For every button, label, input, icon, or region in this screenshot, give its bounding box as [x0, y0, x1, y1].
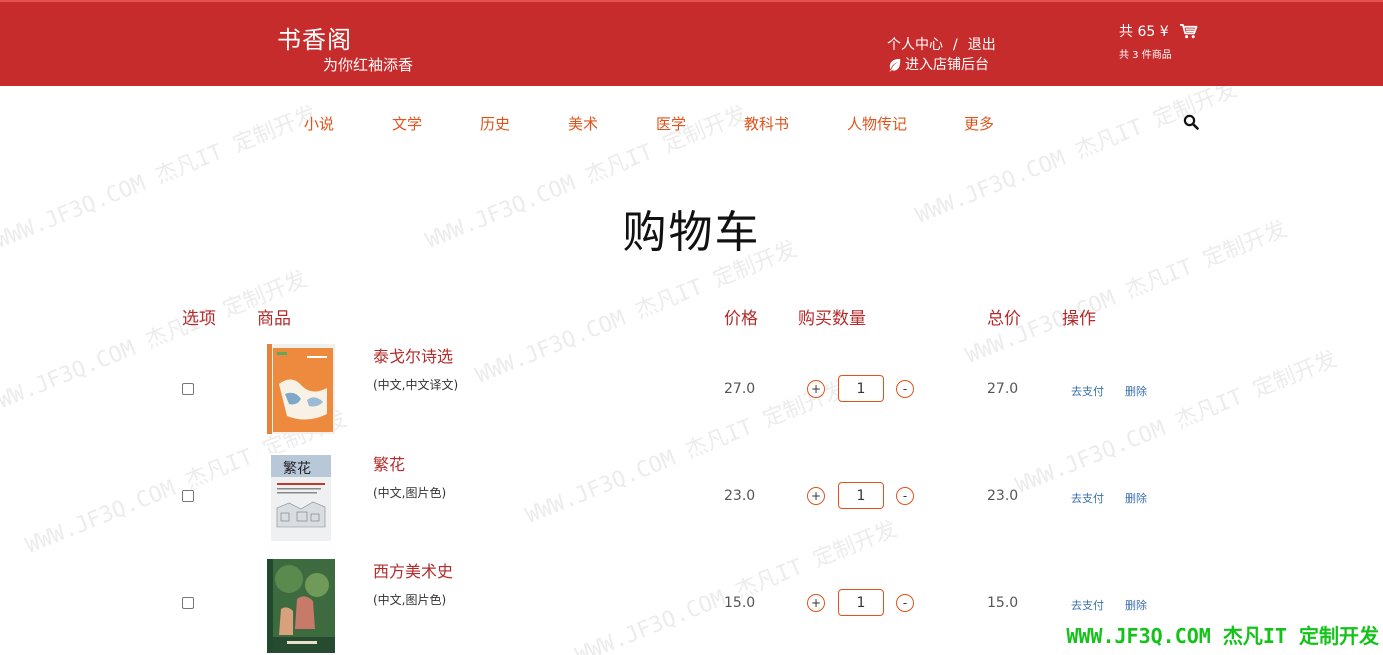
search-icon[interactable]: [1183, 114, 1199, 130]
delete-button[interactable]: 删除: [1125, 383, 1147, 399]
shopping-cart-icon: [1179, 23, 1198, 38]
nav-item-biography[interactable]: 人物传记: [847, 113, 907, 134]
book-cover-image[interactable]: [267, 344, 335, 434]
unit-price: 23.0: [724, 488, 756, 504]
store-admin-label: 进入店铺后台: [905, 57, 989, 73]
header-quantity: 购买数量: [798, 309, 866, 329]
nav-item-novel[interactable]: 小说: [304, 113, 334, 134]
unit-price: 15.0: [724, 595, 756, 611]
quantity-input[interactable]: [838, 375, 884, 402]
nav-item-medicine[interactable]: 医学: [656, 113, 686, 134]
pay-button[interactable]: 去支付: [1071, 597, 1104, 613]
quantity-input[interactable]: [838, 482, 884, 509]
decrease-quantity-button[interactable]: -: [896, 487, 914, 505]
header-select: 选项: [182, 309, 216, 329]
pay-button[interactable]: 去支付: [1071, 490, 1104, 506]
row-select-checkbox[interactable]: [182, 383, 194, 395]
book-cover-image[interactable]: [267, 559, 335, 653]
nav-item-more[interactable]: 更多: [964, 113, 994, 134]
nav-item-textbook[interactable]: 教科书: [744, 113, 789, 134]
book-cover-image[interactable]: 繁花: [267, 453, 335, 543]
quantity-input[interactable]: [838, 589, 884, 616]
nav-item-art[interactable]: 美术: [568, 113, 598, 134]
book-title-link[interactable]: 泰戈尔诗选: [373, 343, 453, 367]
header-product: 商品: [257, 309, 291, 329]
increase-quantity-button[interactable]: +: [807, 380, 825, 398]
book-spec: (中文,图片色): [373, 486, 447, 500]
delete-button[interactable]: 删除: [1125, 597, 1147, 613]
cart-total-amount: 共 65 ¥: [1119, 24, 1169, 40]
line-total: 15.0: [987, 595, 1019, 611]
line-total: 27.0: [987, 381, 1019, 397]
logout-link[interactable]: 退出: [968, 37, 996, 53]
top-header: 书香阁 为你红袖添香 个人中心 / 退出 进入店铺后台 共 65 ¥ 共 3 件商品: [0, 0, 1383, 86]
nav-item-history[interactable]: 历史: [480, 113, 510, 134]
svg-text:繁花: 繁花: [283, 461, 311, 477]
page-title: 购物车: [622, 207, 761, 258]
header-price: 价格: [724, 309, 758, 329]
decrease-quantity-button[interactable]: -: [896, 380, 914, 398]
book-spec: (中文,中文译文): [373, 378, 459, 392]
increase-quantity-button[interactable]: +: [807, 594, 825, 612]
delete-button[interactable]: 删除: [1125, 490, 1147, 506]
decrease-quantity-button[interactable]: -: [896, 594, 914, 612]
book-title-link[interactable]: 繁花: [373, 451, 405, 475]
pay-button[interactable]: 去支付: [1071, 383, 1104, 399]
cart-row: 繁花 繁花 (中文,图片色) 23.0 + - 23.0 去支付 删除: [0, 447, 1383, 547]
line-total: 23.0: [987, 488, 1019, 504]
row-select-checkbox[interactable]: [182, 490, 194, 502]
cart-row: 泰戈尔诗选 (中文,中文译文) 27.0 + - 27.0 去支付 删除: [0, 340, 1383, 440]
leaf-icon: [889, 58, 901, 72]
link-separator: /: [953, 37, 958, 53]
book-spec: (中文,图片色): [373, 593, 447, 607]
row-select-checkbox[interactable]: [182, 597, 194, 609]
watermark-banner: WWW.JF3Q.COM 杰凡IT 定制开发: [1066, 624, 1379, 648]
header-action: 操作: [1062, 309, 1096, 329]
unit-price: 27.0: [724, 381, 756, 397]
category-nav: 小说 文学 历史 美术 医学 教科书 人物传记 更多: [0, 113, 1383, 135]
store-admin-link[interactable]: 进入店铺后台: [887, 54, 989, 74]
brand-slogan: 为你红袖添香: [323, 56, 414, 74]
brand-title[interactable]: 书香阁: [277, 20, 352, 55]
user-links: 个人中心 / 退出: [887, 34, 996, 54]
book-title-link[interactable]: 西方美术史: [373, 558, 453, 582]
user-center-link[interactable]: 个人中心: [887, 37, 943, 53]
header-total: 总价: [987, 309, 1021, 329]
cart-summary[interactable]: 共 65 ¥ 共 3 件商品: [1119, 21, 1198, 61]
increase-quantity-button[interactable]: +: [807, 487, 825, 505]
cart-item-count: 共 3 件商品: [1119, 50, 1172, 61]
nav-item-literature[interactable]: 文学: [392, 113, 422, 134]
